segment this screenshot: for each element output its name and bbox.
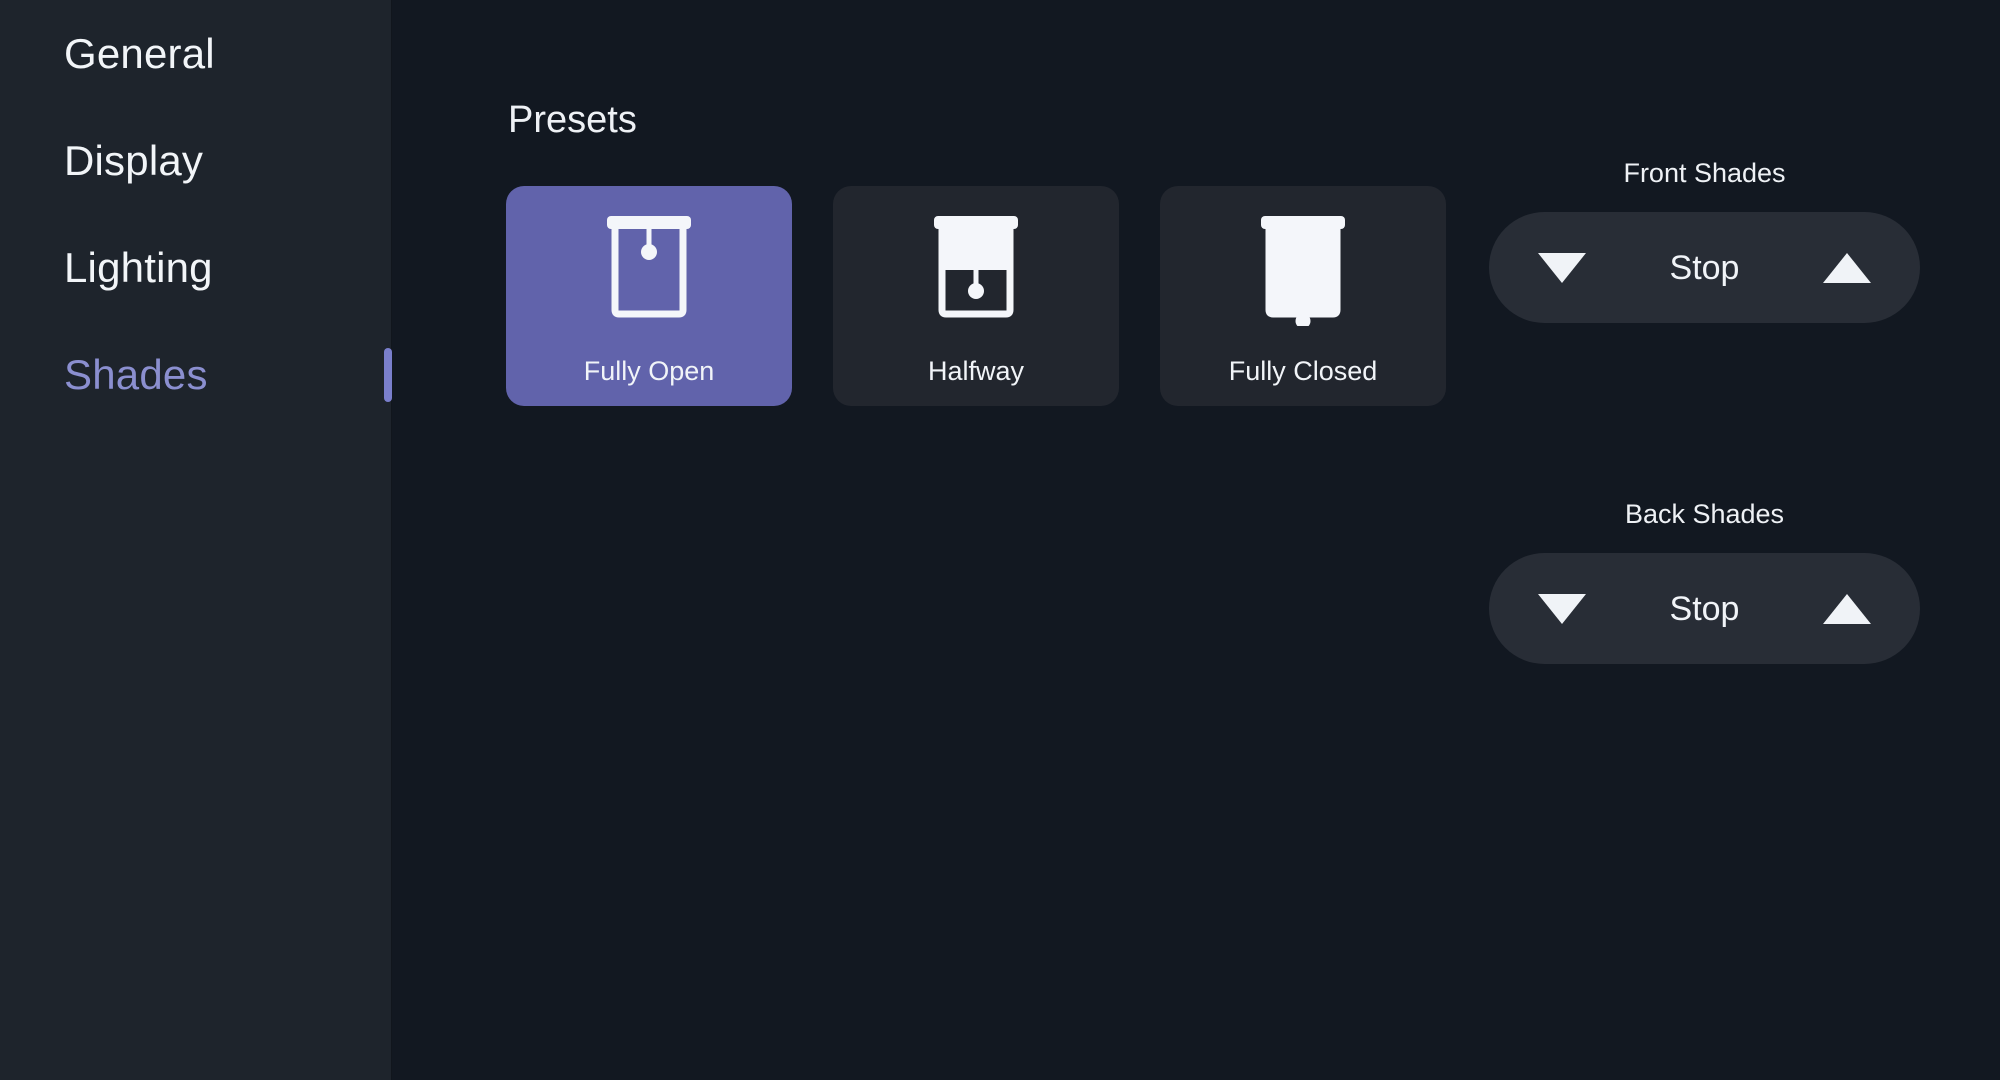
shade-status-front[interactable]: Stop [1590,251,1819,285]
triangle-up-icon [1823,252,1871,283]
shade-up-button-back[interactable] [1819,581,1875,637]
presets-section-title: Presets [508,99,637,141]
preset-card-fully-open[interactable]: Fully Open [506,186,792,406]
sidebar-nav: General Display Lighting Shades [0,0,392,428]
shade-halfway-icon [934,216,1018,318]
triangle-down-icon [1538,593,1586,624]
triangle-up-icon [1823,593,1871,624]
settings-sidebar: General Display Lighting Shades [0,0,392,1080]
main-content: Presets Fully Open Halfway Fully Closed … [392,0,2000,1080]
shade-up-button-front[interactable] [1819,240,1875,296]
preset-card-halfway[interactable]: Halfway [833,186,1119,406]
preset-label: Fully Open [583,356,715,386]
preset-label: Fully Closed [1228,356,1378,386]
sidebar-item-general[interactable]: General [0,0,392,107]
app-root: General Display Lighting Shades Presets [0,0,2000,1080]
sidebar-item-label: Shades [64,350,208,398]
preset-label: Halfway [927,356,1025,386]
active-selection-indicator [384,347,392,402]
shade-group-title: Back Shades [1624,499,1785,529]
sidebar-item-label: General [64,29,215,77]
shade-status-back[interactable]: Stop [1590,592,1819,626]
sidebar-item-shades[interactable]: Shades [0,321,392,428]
shade-fully-open-icon [607,216,691,318]
preset-card-fully-closed[interactable]: Fully Closed [1160,186,1446,406]
presets-list: Fully Open Halfway Fully Closed [506,186,1446,406]
shade-down-button-back[interactable] [1534,581,1590,637]
sidebar-item-label: Display [64,136,204,184]
shade-group-front: Front Shades Stop [1489,160,1920,323]
shade-fully-closed-icon [1261,216,1345,326]
shade-down-button-front[interactable] [1534,240,1590,296]
sidebar-item-label: Lighting [64,243,213,291]
triangle-down-icon [1538,252,1586,283]
shade-control-pill-front: Stop [1489,212,1920,323]
sidebar-item-lighting[interactable]: Lighting [0,214,392,321]
shade-group-back: Back Shades Stop [1489,501,1920,664]
shade-control-pill-back: Stop [1489,553,1920,664]
shade-group-title: Front Shades [1623,158,1786,188]
sidebar-item-display[interactable]: Display [0,107,392,214]
